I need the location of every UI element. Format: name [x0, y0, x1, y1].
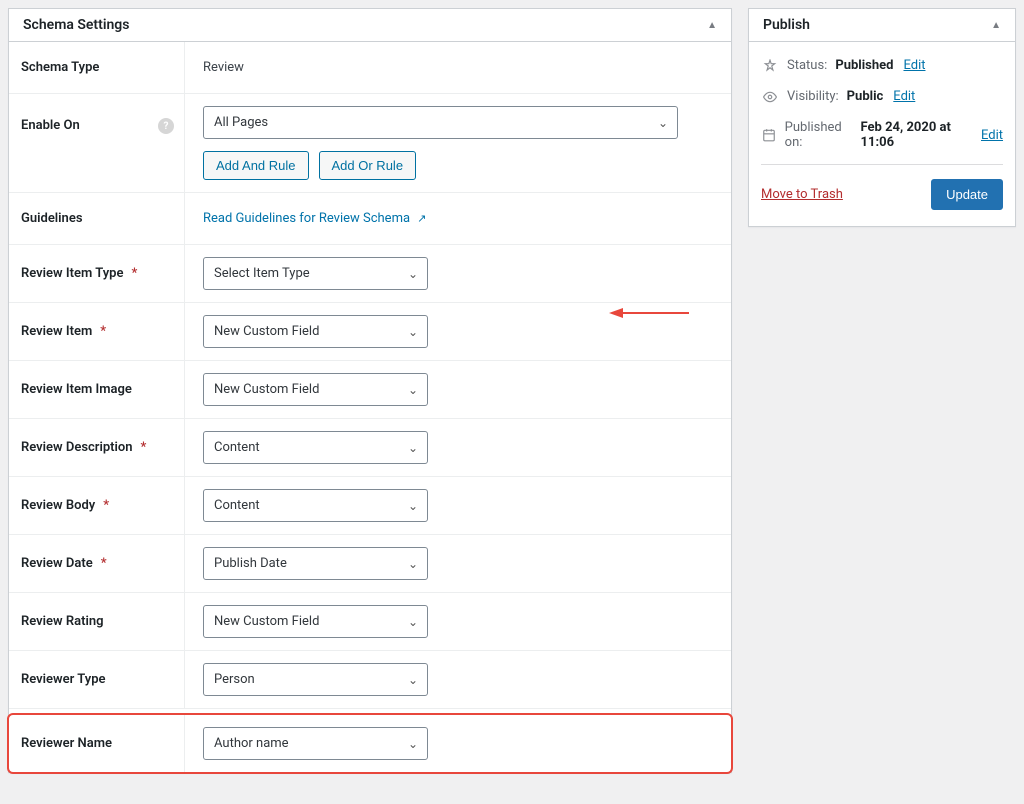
publish-panel-header[interactable]: Publish ▲	[749, 9, 1015, 42]
schema-type-label: Schema Type	[9, 42, 184, 93]
published-on-line: Published on: Feb 24, 2020 at 11:06 Edit	[761, 112, 1003, 158]
review-date-select[interactable]: Publish Date ⌄	[203, 547, 428, 580]
enable-on-label: Enable On ?	[9, 94, 184, 192]
publish-title: Publish	[763, 17, 810, 33]
review-item-image-label: Review Item Image	[9, 361, 184, 418]
panel-title: Schema Settings	[23, 17, 129, 33]
add-or-rule-button[interactable]: Add Or Rule	[319, 151, 417, 180]
review-date-row: Review Date* Publish Date ⌄	[9, 535, 731, 593]
reviewer-type-label: Reviewer Type	[9, 651, 184, 708]
review-body-row: Review Body* Content ⌄	[9, 477, 731, 535]
review-item-image-select[interactable]: New Custom Field ⌄	[203, 373, 428, 406]
edit-date-link[interactable]: Edit	[981, 128, 1003, 143]
reviewer-name-highlight: Reviewer Name Author name ⌄	[7, 713, 733, 774]
status-line: Status: Published Edit	[761, 50, 1003, 81]
enable-on-select[interactable]: All Pages ⌄	[203, 106, 678, 139]
schema-settings-panel: Schema Settings ▲ Schema Type Review Ena…	[8, 8, 732, 773]
eye-icon	[761, 90, 779, 104]
reviewer-name-select[interactable]: Author name ⌄	[203, 727, 428, 760]
edit-visibility-link[interactable]: Edit	[893, 89, 915, 104]
review-item-row: Review Item* New Custom Field ⌄	[9, 303, 731, 361]
review-description-label: Review Description*	[9, 419, 184, 476]
update-button[interactable]: Update	[931, 179, 1003, 210]
review-rating-row: Review Rating New Custom Field ⌄	[9, 593, 731, 651]
enable-on-row: Enable On ? All Pages ⌄ Add And Rule Add…	[9, 94, 731, 193]
schema-type-row: Schema Type Review	[9, 42, 731, 94]
review-item-type-select[interactable]: Select Item Type ⌄	[203, 257, 428, 290]
review-date-label: Review Date*	[9, 535, 184, 592]
reviewer-name-row: Reviewer Name Author name ⌄	[9, 715, 731, 772]
panel-header[interactable]: Schema Settings ▲	[9, 9, 731, 42]
annotation-arrow	[609, 303, 689, 323]
guidelines-link[interactable]: Read Guidelines for Review Schema ↗	[203, 211, 427, 226]
external-link-icon: ↗	[417, 212, 426, 225]
calendar-icon	[761, 128, 777, 142]
visibility-line: Visibility: Public Edit	[761, 81, 1003, 112]
pin-icon	[761, 59, 779, 73]
add-and-rule-button[interactable]: Add And Rule	[203, 151, 309, 180]
guidelines-label: Guidelines	[9, 193, 184, 244]
review-item-type-label: Review Item Type*	[9, 245, 184, 302]
collapse-toggle-icon[interactable]: ▲	[707, 20, 717, 31]
help-icon[interactable]: ?	[158, 118, 174, 134]
review-rating-select[interactable]: New Custom Field ⌄	[203, 605, 428, 638]
reviewer-type-row: Reviewer Type Person ⌄	[9, 651, 731, 709]
review-body-label: Review Body*	[9, 477, 184, 534]
schema-type-value: Review	[203, 60, 244, 75]
review-item-select[interactable]: New Custom Field ⌄	[203, 315, 428, 348]
publish-panel: Publish ▲ Status: Published Edit Visibil…	[748, 8, 1016, 227]
review-item-type-row: Review Item Type* Select Item Type ⌄	[9, 245, 731, 303]
review-item-label: Review Item*	[9, 303, 184, 360]
collapse-toggle-icon[interactable]: ▲	[991, 20, 1001, 31]
guidelines-row: Guidelines Read Guidelines for Review Sc…	[9, 193, 731, 245]
reviewer-name-label: Reviewer Name	[9, 715, 184, 772]
review-body-select[interactable]: Content ⌄	[203, 489, 428, 522]
edit-status-link[interactable]: Edit	[903, 58, 925, 73]
review-description-row: Review Description* Content ⌄	[9, 419, 731, 477]
reviewer-type-select[interactable]: Person ⌄	[203, 663, 428, 696]
review-item-image-row: Review Item Image New Custom Field ⌄	[9, 361, 731, 419]
review-description-select[interactable]: Content ⌄	[203, 431, 428, 464]
move-to-trash-link[interactable]: Move to Trash	[761, 187, 843, 202]
review-rating-label: Review Rating	[9, 593, 184, 650]
